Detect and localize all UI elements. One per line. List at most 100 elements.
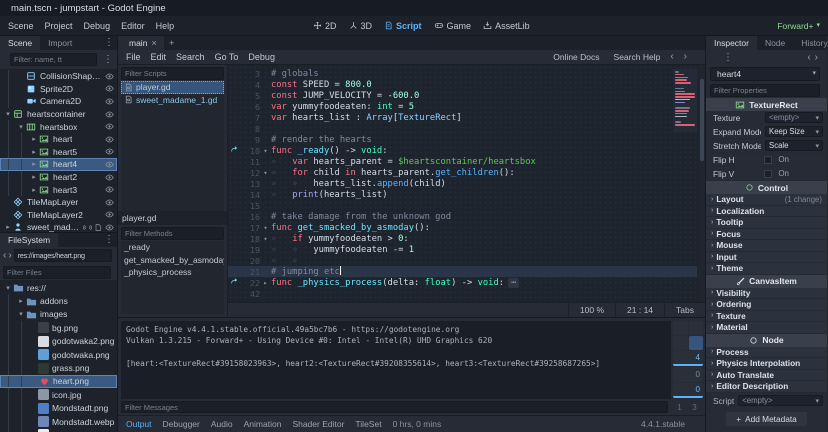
distraction-free-button[interactable] — [687, 36, 705, 50]
scene-tree-row-heart4[interactable]: ▸heart4 — [0, 158, 117, 171]
expand-arrow-icon[interactable]: ▸ — [30, 148, 38, 156]
fold-arrow-icon[interactable]: ▾ — [260, 169, 271, 177]
collapse-arrow-icon[interactable]: ▾ — [4, 110, 12, 118]
scene-tree-row-heart[interactable]: ▸heart — [0, 133, 117, 146]
code-line-8[interactable]: 8 — [228, 123, 697, 134]
errors-toggle[interactable]: 0 — [673, 367, 703, 382]
resource-menu-button[interactable]: ⋮ — [723, 53, 733, 63]
class-header-control[interactable]: Control — [706, 181, 827, 194]
signal-badge-icon[interactable] — [83, 223, 92, 232]
fold-arrow-icon[interactable]: ▾ — [260, 224, 271, 232]
script-menu-go-to[interactable]: Go To — [215, 52, 239, 62]
workspace-tab-script[interactable]: Script — [384, 21, 422, 31]
visibility-eye-icon[interactable] — [104, 97, 115, 106]
property-group-auto-translate[interactable]: ›Auto Translate — [706, 370, 827, 382]
visibility-eye-icon[interactable] — [104, 84, 115, 93]
code-line-12[interactable]: 12▾» for child in hearts_parent.get_chil… — [228, 167, 697, 178]
expand-arrow-icon[interactable]: ▸ — [30, 173, 38, 181]
inspector-tab-history[interactable]: History — [793, 36, 828, 50]
search-help-button[interactable]: Search Help — [610, 52, 661, 62]
scene-tree-row-CollisionShape2D[interactable]: CollisionShape2D — [0, 70, 117, 83]
bottom-tab-tileset[interactable]: TileSet — [355, 419, 381, 429]
add-scene-tab-button[interactable]: + — [164, 36, 180, 50]
code-line-42[interactable]: 42 — [228, 288, 697, 299]
file-tree-row-addons[interactable]: ▸addons — [0, 294, 117, 307]
property-group-input[interactable]: ›Input — [706, 252, 827, 264]
history-forward-button[interactable]: › — [815, 53, 818, 63]
scene-tree-row-sweet_madame_1[interactable]: ▸sweet_madame_1 — [0, 221, 117, 232]
visibility-eye-icon[interactable] — [104, 198, 115, 207]
menu-scene[interactable]: Scene — [8, 21, 34, 31]
code-area[interactable]: 3# globals4const SPEED = 800.05const JUM… — [228, 65, 705, 302]
class-header-canvasitem[interactable]: CanvasItem — [706, 275, 827, 288]
property-group-theme[interactable]: ›Theme — [706, 263, 827, 275]
workspace-tab-2d[interactable]: 2D — [313, 21, 337, 31]
history-back-button[interactable]: ‹ — [807, 53, 810, 63]
script-history-back-button[interactable]: ‹ — [670, 52, 673, 62]
method-item-_ready[interactable]: _ready — [121, 241, 224, 254]
messages-toggle[interactable]: 4 — [673, 351, 703, 366]
scene-tab-main[interactable]: main × — [118, 36, 164, 50]
script-item-player.gd[interactable]: player.gd — [121, 81, 224, 94]
script-menu-edit[interactable]: Edit — [151, 52, 167, 62]
menu-project[interactable]: Project — [45, 21, 73, 31]
expand-arrow-icon[interactable]: ▸ — [30, 135, 38, 143]
bottom-tab-animation[interactable]: Animation — [244, 419, 282, 429]
bottom-tab-shader-editor[interactable]: Shader Editor — [292, 419, 344, 429]
expand-arrow-icon[interactable]: ▸ — [30, 160, 38, 168]
visibility-eye-icon[interactable] — [104, 185, 115, 194]
inspector-tab-node[interactable]: Node — [757, 36, 793, 50]
code-line-22[interactable]: 22▸func _physics_process(delta: float) -… — [228, 277, 697, 288]
class-header-texturerect[interactable]: TextureRect — [706, 98, 827, 111]
bottom-tab-debugger[interactable]: Debugger — [163, 419, 200, 429]
code-line-5[interactable]: 5const JUMP_VELOCITY = -600.0 — [228, 90, 697, 101]
inspector-tab-inspector[interactable]: Inspector — [706, 36, 757, 50]
scene-menu-button[interactable]: ⋮ — [103, 55, 113, 65]
scene-tree-row-Sprite2D[interactable]: Sprite2D — [0, 83, 117, 96]
edited-node-select[interactable]: heart4 ▾ — [710, 67, 820, 81]
visibility-eye-icon[interactable] — [104, 223, 115, 232]
collapse-duplicates-button[interactable] — [673, 336, 688, 350]
visibility-eye-icon[interactable] — [104, 147, 115, 156]
property-group-tooltip[interactable]: ›Tooltip — [706, 217, 827, 229]
scene-tree-row-TileMapLayer2[interactable]: TileMapLayer2 — [0, 209, 117, 222]
property-value-dropdown[interactable]: Scale▾ — [765, 140, 823, 151]
scene-dock-tab-import[interactable]: Import — [40, 36, 80, 50]
code-line-16[interactable]: 16# take damage from the unknown god — [228, 211, 697, 222]
code-line-15[interactable]: 15 — [228, 200, 697, 211]
script-value-dropdown[interactable]: <empty>▾ — [738, 395, 823, 406]
code-line-11[interactable]: 11» var hearts_parent = $heartscontainer… — [228, 156, 697, 167]
back-arrow-button[interactable]: ‹ — [3, 251, 6, 261]
fold-arrow-icon[interactable]: ▸ — [260, 279, 271, 287]
property-group-editor-description[interactable]: ›Editor Description — [706, 381, 827, 393]
file-tree-row-icon.jpg[interactable]: icon.jpg — [0, 388, 117, 401]
menu-debug[interactable]: Debug — [84, 21, 111, 31]
code-line-4[interactable]: 4const SPEED = 800.0 — [228, 79, 697, 90]
script-item-sweet_madame_1.gd[interactable]: sweet_madame_1.gd — [121, 94, 224, 107]
expand-arrow-icon[interactable]: ▸ — [4, 223, 12, 231]
file-tree-row-Mondstadt.png[interactable]: Mondstadt.png — [0, 402, 117, 415]
scene-filter-input[interactable]: Filter: name, tt — [10, 53, 97, 66]
method-item-_physics_process[interactable]: _physics_process — [121, 266, 224, 279]
visibility-eye-icon[interactable] — [104, 135, 115, 144]
property-group-ordering[interactable]: ›Ordering — [706, 299, 827, 311]
window-maximize-button[interactable] — [773, 1, 795, 15]
property-group-mouse[interactable]: ›Mouse — [706, 240, 827, 252]
visibility-eye-icon[interactable] — [104, 122, 115, 131]
file-tree-row-images[interactable]: ▾images — [0, 308, 117, 321]
checkbox[interactable] — [764, 170, 772, 178]
filesystem-tab[interactable]: FileSystem — [0, 233, 58, 247]
online-docs-button[interactable]: Online Docs — [549, 52, 599, 62]
filter-methods-input[interactable]: Filter Methods — [121, 227, 224, 240]
workspace-tab-game[interactable]: Game — [434, 21, 472, 31]
visibility-eye-icon[interactable] — [104, 110, 115, 119]
code-minimap[interactable] — [673, 69, 697, 132]
file-tree-row-bg.png[interactable]: bg.png — [0, 321, 117, 334]
menu-editor[interactable]: Editor — [121, 21, 145, 31]
code-line-14[interactable]: 14» print(hearts_list) — [228, 189, 697, 200]
scene-tree-row-heartsbox[interactable]: ▾heartsbox — [0, 120, 117, 133]
code-line-21[interactable]: 21# jumping etc — [228, 266, 697, 277]
scene-tree-row-heartscontainer[interactable]: ▾heartscontainer — [0, 108, 117, 121]
collapse-arrow-icon[interactable]: ▾ — [17, 123, 25, 131]
collapse-arrow-icon[interactable]: ▾ — [17, 310, 25, 318]
